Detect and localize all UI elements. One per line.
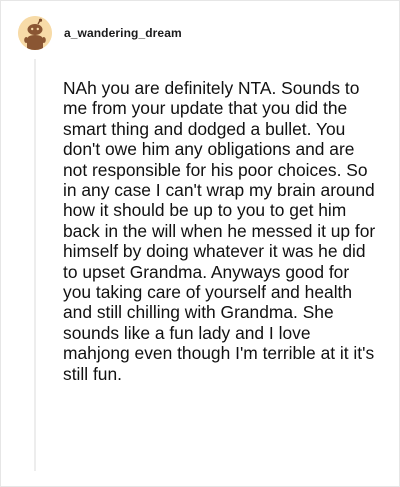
comment-body: NAh you are definitely NTA. Sounds to me… xyxy=(63,78,376,384)
snoo-avatar-icon xyxy=(18,16,52,50)
comment-username[interactable]: a_wandering_dream xyxy=(64,26,182,40)
avatar[interactable] xyxy=(18,16,52,50)
comment-card: a_wandering_dream NAh you are definitely… xyxy=(0,0,400,487)
comment-header: a_wandering_dream xyxy=(18,16,182,50)
thread-line[interactable] xyxy=(34,59,36,471)
